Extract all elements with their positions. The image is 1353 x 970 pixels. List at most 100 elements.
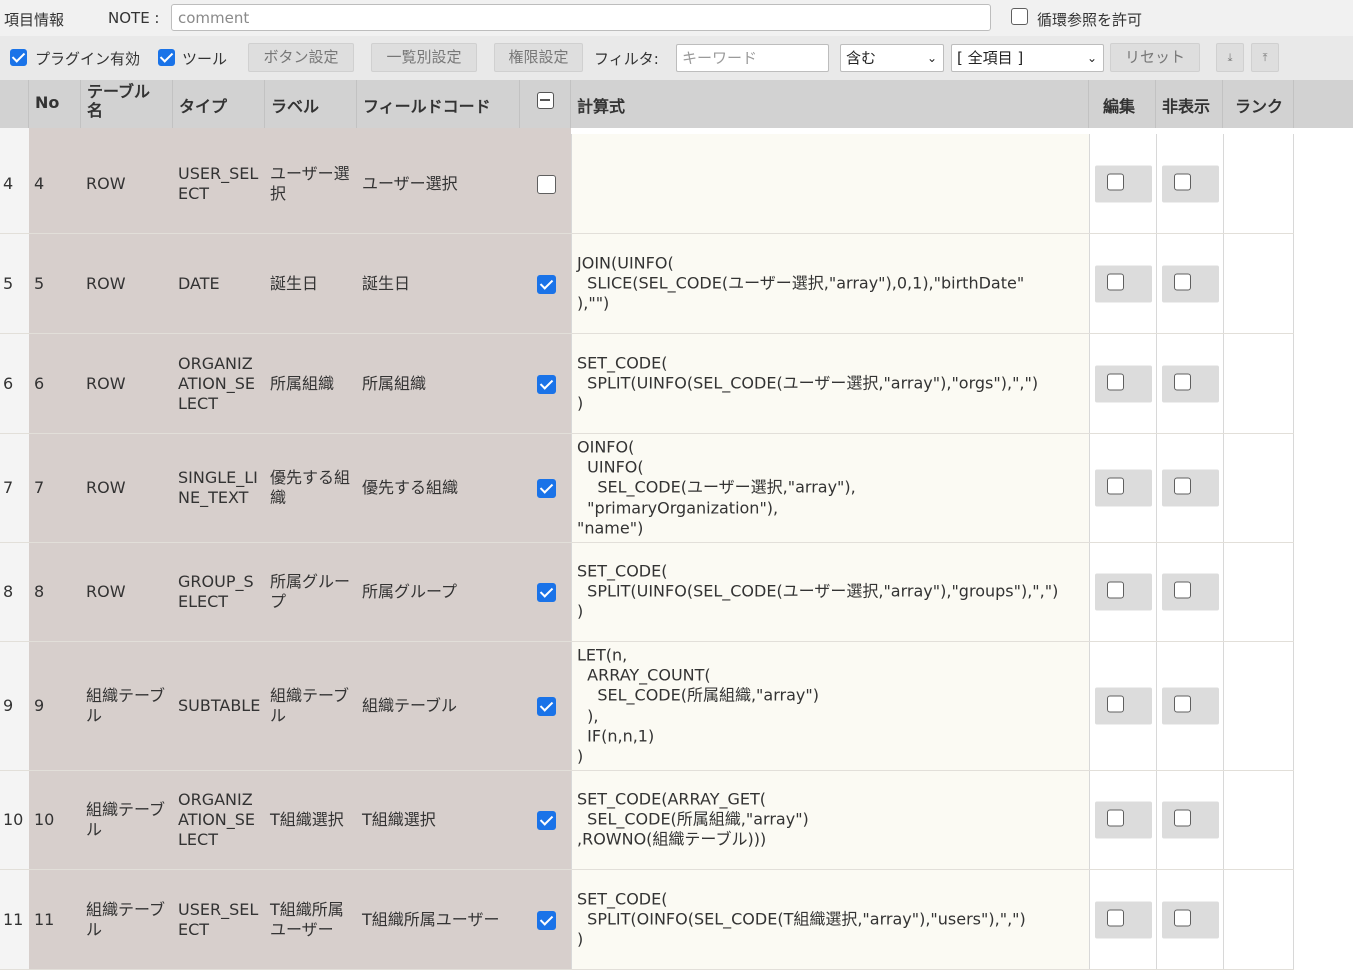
edit-checkbox[interactable] xyxy=(1107,273,1124,290)
hidden-checkbox[interactable] xyxy=(1174,273,1191,290)
table-row[interactable]: 4 4 ROW USER_SELECT ユーザー選択 ユーザー選択 xyxy=(0,134,1294,234)
row-index: 7 xyxy=(0,434,29,542)
formula-text[interactable]: OINFO( UINFO( SEL_CODE(ユーザー選択,"array"), … xyxy=(577,437,856,538)
row-edit xyxy=(1089,771,1156,869)
header-hidden[interactable]: 非表示 xyxy=(1156,80,1223,128)
header-rank[interactable]: ランク xyxy=(1223,80,1294,128)
row-formula[interactable] xyxy=(571,134,1089,233)
header-type[interactable]: タイプ xyxy=(173,80,265,128)
row-field-code: T組織選択 xyxy=(357,771,520,869)
download-button[interactable]: ⤓ xyxy=(1216,43,1244,72)
table-row[interactable]: 8 8 ROW GROUP_SELECT 所属グループ 所属グループ SET_CODE( S… xyxy=(0,543,1294,642)
row-edit xyxy=(1089,134,1156,233)
keyword-input[interactable] xyxy=(676,44,829,72)
header-formula[interactable]: 計算式 xyxy=(571,80,1089,128)
formula-text[interactable]: SET_CODE( SPLIT(OINFO(SEL_CODE(T組織選択,"ar… xyxy=(577,889,1026,950)
edit-checkbox[interactable] xyxy=(1107,477,1124,495)
hidden-checkbox-wrap[interactable] xyxy=(1162,265,1219,302)
hidden-checkbox[interactable] xyxy=(1174,581,1191,599)
table-row[interactable]: 7 7 ROW SINGLE_LINE_TEXT 優先する組織 優先する組織 OINFO( … xyxy=(0,434,1294,543)
formula-text[interactable]: SET_CODE( SPLIT(UINFO(SEL_CODE(ユーザー選択,"a… xyxy=(577,562,1058,623)
header-label[interactable]: ラベル xyxy=(265,80,357,128)
upload-button[interactable]: ⤒ xyxy=(1251,43,1279,72)
row-no: 4 xyxy=(29,134,81,233)
row-formula[interactable]: SET_CODE( SPLIT(OINFO(SEL_CODE(T組織選択,"ar… xyxy=(571,870,1089,969)
edit-checkbox[interactable] xyxy=(1107,695,1124,713)
calc-checkbox[interactable] xyxy=(537,274,556,294)
hidden-checkbox[interactable] xyxy=(1174,477,1191,495)
hidden-checkbox-wrap[interactable] xyxy=(1162,801,1219,839)
calc-checkbox[interactable] xyxy=(537,910,556,930)
formula-text[interactable]: SET_CODE(ARRAY_GET( SEL_CODE(所属組織,"array… xyxy=(577,790,809,851)
formula-text[interactable]: SET_CODE( SPLIT(UINFO(SEL_CODE(ユーザー選択,"a… xyxy=(577,353,1038,414)
edit-checkbox[interactable] xyxy=(1107,581,1124,599)
row-no: 10 xyxy=(29,771,81,869)
row-label: 所属組織 xyxy=(265,334,357,433)
calc-checkbox[interactable] xyxy=(537,479,556,498)
hidden-checkbox[interactable] xyxy=(1174,695,1191,713)
edit-checkbox-wrap[interactable] xyxy=(1095,901,1152,938)
circular-ref-checkbox[interactable] xyxy=(1011,8,1028,25)
edit-checkbox-wrap[interactable] xyxy=(1095,265,1152,302)
hidden-checkbox[interactable] xyxy=(1174,809,1191,827)
edit-checkbox-wrap[interactable] xyxy=(1095,469,1152,507)
header-table[interactable]: テーブル名 xyxy=(81,80,173,128)
table-row[interactable]: 5 5 ROW DATE 誕生日 誕生日 JOIN(UINFO( SLICE(SEL_COD… xyxy=(0,234,1294,334)
row-formula[interactable]: OINFO( UINFO( SEL_CODE(ユーザー選択,"array"), … xyxy=(571,434,1089,542)
row-formula[interactable]: SET_CODE( SPLIT(UINFO(SEL_CODE(ユーザー選択,"a… xyxy=(571,334,1089,433)
row-formula[interactable]: SET_CODE(ARRAY_GET( SEL_CODE(所属組織,"array… xyxy=(571,771,1089,869)
row-table: 組織テーブル xyxy=(81,771,173,869)
row-rank xyxy=(1223,771,1294,869)
hidden-checkbox-wrap[interactable] xyxy=(1162,687,1219,725)
formula-text[interactable]: LET(n, ARRAY_COUNT( SEL_CODE(所属組織,"array… xyxy=(577,645,819,766)
row-formula[interactable]: LET(n, ARRAY_COUNT( SEL_CODE(所属組織,"array… xyxy=(571,642,1089,770)
calc-checkbox[interactable] xyxy=(537,811,556,830)
note-input[interactable] xyxy=(171,4,991,31)
hidden-checkbox[interactable] xyxy=(1174,173,1191,190)
tools-checkbox[interactable] xyxy=(158,49,175,66)
row-rank xyxy=(1223,870,1294,969)
reset-button[interactable]: リセット xyxy=(1110,43,1200,72)
permission-settings-button[interactable]: 権限設定 xyxy=(494,43,583,72)
row-index: 6 xyxy=(0,334,29,433)
calc-checkbox[interactable] xyxy=(537,174,556,194)
hidden-checkbox[interactable] xyxy=(1174,373,1191,390)
table-row[interactable]: 10 10 組織テーブル ORGANIZATION_SELECT T組織選択 T組織選択 S… xyxy=(0,771,1294,870)
table-row[interactable]: 9 9 組織テーブル SUBTABLE 組織テーブル 組織テーブル LET(n, ARRAY… xyxy=(0,642,1294,771)
hidden-checkbox-wrap[interactable] xyxy=(1162,469,1219,507)
row-rank xyxy=(1223,134,1294,233)
hidden-checkbox-wrap[interactable] xyxy=(1162,165,1219,202)
hidden-checkbox-wrap[interactable] xyxy=(1162,365,1219,402)
edit-checkbox-wrap[interactable] xyxy=(1095,573,1152,611)
calc-select-all-checkbox[interactable] xyxy=(537,92,554,109)
calc-checkbox[interactable] xyxy=(537,583,556,602)
formula-text[interactable]: JOIN(UINFO( SLICE(SEL_CODE(ユーザー選択,"array… xyxy=(577,253,1024,314)
edit-checkbox[interactable] xyxy=(1107,173,1124,190)
plugin-enabled-checkbox[interactable] xyxy=(10,49,27,66)
edit-checkbox-wrap[interactable] xyxy=(1095,687,1152,725)
header-edit[interactable]: 編集 xyxy=(1089,80,1156,128)
row-formula[interactable]: SET_CODE( SPLIT(UINFO(SEL_CODE(ユーザー選択,"a… xyxy=(571,543,1089,641)
calc-checkbox[interactable] xyxy=(537,374,556,394)
hidden-checkbox-wrap[interactable] xyxy=(1162,901,1219,938)
table-row[interactable]: 6 6 ROW ORGANIZATION_SELECT 所属組織 所属組織 SET_CODE… xyxy=(0,334,1294,434)
row-formula[interactable]: JOIN(UINFO( SLICE(SEL_CODE(ユーザー選択,"array… xyxy=(571,234,1089,333)
calc-checkbox[interactable] xyxy=(537,697,556,716)
edit-checkbox-wrap[interactable] xyxy=(1095,801,1152,839)
list-settings-button[interactable]: 一覧別設定 xyxy=(371,43,477,72)
button-settings-button[interactable]: ボタン設定 xyxy=(248,43,354,72)
edit-checkbox[interactable] xyxy=(1107,373,1124,390)
edit-checkbox-wrap[interactable] xyxy=(1095,165,1152,202)
header-field-code[interactable]: フィールドコード xyxy=(357,80,520,128)
header-no[interactable]: No xyxy=(29,80,81,128)
hidden-checkbox-wrap[interactable] xyxy=(1162,573,1219,611)
field-select[interactable]: [ 全項目 ] ⌄ xyxy=(951,44,1104,72)
row-label: 所属グループ xyxy=(265,543,357,641)
edit-checkbox[interactable] xyxy=(1107,809,1124,827)
table-row[interactable]: 11 11 組織テーブル USER_SELECT T組織所属ユーザー T組織所属ユーザー S… xyxy=(0,870,1294,970)
edit-checkbox-wrap[interactable] xyxy=(1095,365,1152,402)
hidden-checkbox[interactable] xyxy=(1174,909,1191,926)
row-label: 誕生日 xyxy=(265,234,357,333)
edit-checkbox[interactable] xyxy=(1107,909,1124,926)
match-select[interactable]: 含む ⌄ xyxy=(840,44,944,72)
